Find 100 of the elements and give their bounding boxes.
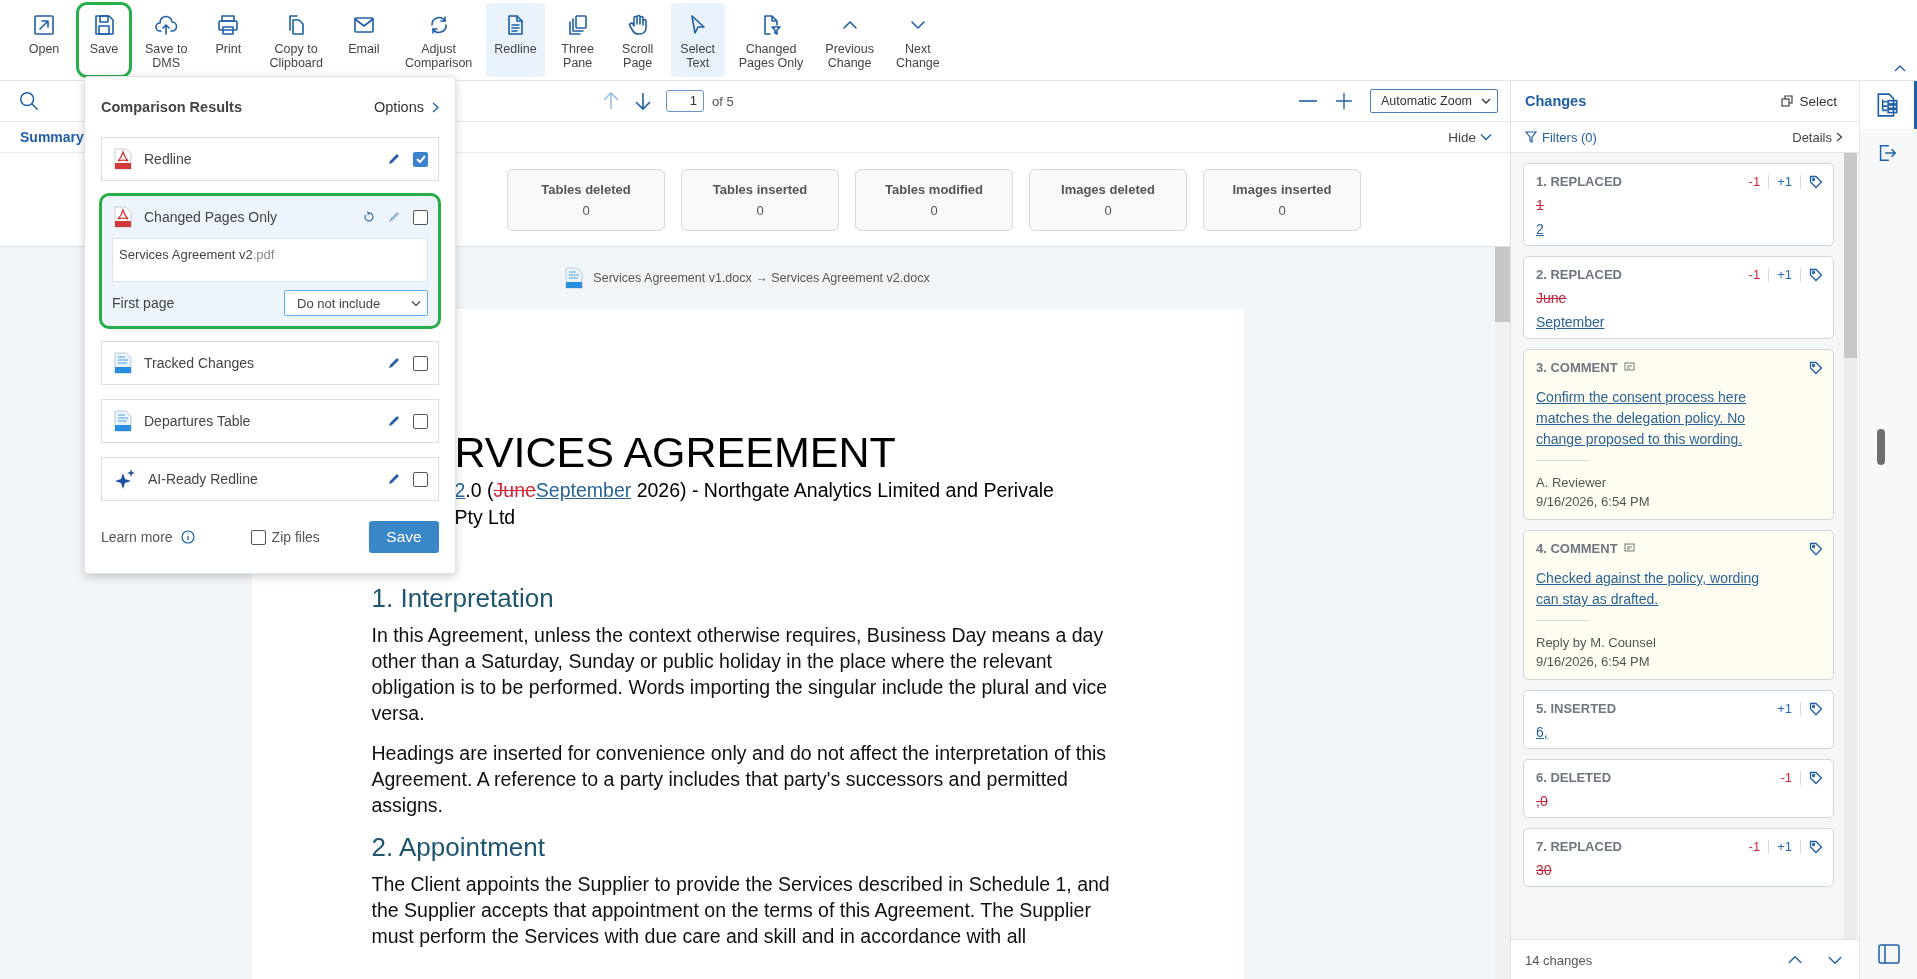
filters-button[interactable]: Filters (0) <box>1525 129 1597 145</box>
inserted-text[interactable]: 2 <box>1536 221 1544 237</box>
card-label: Images deleted <box>1061 182 1155 197</box>
summary-tab[interactable]: Summary <box>20 129 84 145</box>
comment-text[interactable]: Checked against the policy, wording can stay as drafted. <box>1536 568 1776 610</box>
pencil-icon[interactable] <box>387 414 401 428</box>
checkbox[interactable] <box>413 355 428 371</box>
pencil-icon[interactable] <box>387 472 401 486</box>
section-heading: 2. Appointment <box>371 832 546 863</box>
collapse-icon[interactable] <box>1893 64 1907 74</box>
docx-file-icon <box>114 410 132 432</box>
tag-icon[interactable] <box>1809 839 1823 854</box>
zoom-select[interactable]: Automatic Zoom <box>1370 89 1498 113</box>
arrow-down-icon[interactable] <box>634 91 652 111</box>
changes-view-button[interactable] <box>1860 81 1917 129</box>
deleted-text: June <box>1536 290 1567 306</box>
added-count: +1 <box>1769 267 1801 282</box>
tag-icon[interactable] <box>1809 541 1823 556</box>
select-button[interactable]: Select <box>1775 92 1843 110</box>
zoom-out-icon[interactable] <box>1298 99 1318 103</box>
scrollbar-thumb[interactable] <box>1495 247 1510 322</box>
toolbar-button[interactable]: Print <box>201 3 256 77</box>
inserted-text[interactable]: 6, <box>1536 724 1548 740</box>
tag-icon[interactable] <box>1809 770 1823 785</box>
result-option[interactable]: Redline <box>101 137 439 181</box>
sparkle-icon <box>114 468 136 490</box>
chevron-down-icon <box>411 299 421 307</box>
open-icon <box>32 13 56 37</box>
inserted-text[interactable]: September <box>1536 314 1605 330</box>
result-option[interactable]: AI-Ready Redline <box>101 457 439 501</box>
removed-count: -1 <box>1740 839 1770 854</box>
card-value: 0 <box>1278 203 1286 218</box>
document-title: RVICES AGREEMENT <box>454 427 897 477</box>
result-option[interactable]: Departures Table <box>101 399 439 443</box>
result-option[interactable]: Tracked Changes <box>101 341 439 385</box>
option-label: Departures Table <box>144 413 252 429</box>
scrollbar-thumb[interactable] <box>1876 429 1885 465</box>
toolbar-button[interactable]: Copy to Clipboard <box>261 3 331 77</box>
toolbar-button[interactable]: Redline <box>486 3 545 77</box>
first-page-select[interactable]: Do not include <box>284 290 428 316</box>
card-label: Tables deleted <box>541 182 631 197</box>
card-value: 0 <box>930 203 938 218</box>
print-icon <box>216 13 241 37</box>
save-icon <box>92 13 116 37</box>
scrollbar-thumb[interactable] <box>1844 153 1857 358</box>
card-label: Tables inserted <box>712 182 808 197</box>
toolbar-button[interactable]: Changed Pages Only <box>730 3 812 77</box>
tag-icon[interactable] <box>1809 174 1823 189</box>
learn-more-link[interactable]: Learn more <box>101 529 195 545</box>
comment-date: 9/16/2026, 6:54 PM <box>1536 653 1651 671</box>
comment-card[interactable]: 4. COMMENT Checked against the policy, wording can stay as drafted. Reply by M. Counsel 9/16/2026, 6:54 PM <box>1523 530 1834 680</box>
removed-count: -1 <box>1740 174 1770 189</box>
change-title: 7. REPLACED <box>1536 839 1622 854</box>
change-card[interactable]: 1. REPLACED -1 +1 1 2 <box>1523 163 1834 246</box>
toolbar-button[interactable]: Save <box>77 3 131 77</box>
reset-icon[interactable] <box>363 211 375 223</box>
checkbox[interactable] <box>413 209 428 225</box>
change-card[interactable]: 2. REPLACED -1 +1 June September <box>1523 256 1834 339</box>
change-title: 1. REPLACED <box>1536 174 1622 189</box>
page-number-field[interactable]: 1 <box>666 90 704 112</box>
select-icon <box>1781 95 1794 107</box>
toolbar-button[interactable]: Adjust Comparison <box>396 3 481 77</box>
toolbar-button[interactable]: Save to DMS <box>137 3 196 77</box>
pencil-icon[interactable] <box>387 356 401 370</box>
pencil-icon[interactable] <box>387 152 401 166</box>
checkbox[interactable] <box>413 151 428 167</box>
paragraph: The Client appoints the Supplier to provide the Services described in Schedule 1, and the Supplier accepts that appointment on the terms of this Agreement. The Supplier must perform the Services with due care and skill and in accordance with all <box>371 872 1111 949</box>
result-option[interactable]: Changed Pages Only Services Agreement v2.pdf First page Do not include <box>101 195 439 327</box>
checkbox[interactable] <box>413 471 428 487</box>
tag-icon[interactable] <box>1809 360 1823 375</box>
toolbar-button[interactable]: Open <box>17 3 71 77</box>
change-card[interactable]: 5. INSERTED +1 6, <box>1523 690 1834 749</box>
toolbar-button[interactable]: Next Change <box>887 3 948 77</box>
tag-icon[interactable] <box>1809 701 1823 716</box>
change-card[interactable]: 6. DELETED -1 ,0 <box>1523 759 1834 818</box>
hide-button[interactable]: Hide <box>1442 128 1498 146</box>
file-name-field[interactable]: Services Agreement v2.pdf <box>112 238 428 282</box>
subtitle-line: 2.0 (JuneSeptember 2026) - Northgate Analytics Limited and Perivale <box>454 478 1055 503</box>
toolbar-button[interactable]: Scroll Page <box>610 3 665 77</box>
chevron-right-icon <box>1836 132 1843 142</box>
comment-author: A. Reviewer <box>1536 474 1608 492</box>
change-title: 4. COMMENT <box>1536 541 1635 556</box>
options-link[interactable]: Options <box>374 99 439 115</box>
comment-card[interactable]: 3. COMMENT Confirm the consent process here matches the delegation policy. No change proposed to this wording. A. Reviewer 9/16/2026, 6:54 PM <box>1523 349 1834 520</box>
tag-icon[interactable] <box>1809 267 1823 282</box>
checkbox[interactable] <box>413 413 428 429</box>
toolbar-button[interactable]: Previous Change <box>817 3 882 77</box>
toolbar-button[interactable]: Email <box>336 3 391 77</box>
save-button[interactable]: Save <box>369 521 439 553</box>
deleted-text: ,0 <box>1536 793 1548 809</box>
added-count: +1 <box>1769 839 1801 854</box>
comment-text[interactable]: Confirm the consent process here matches the delegation policy. No change proposed to this wording. <box>1536 387 1776 450</box>
checkbox[interactable] <box>250 529 266 545</box>
zip-files-label: Zip files <box>271 529 320 545</box>
details-button[interactable]: Details <box>1786 128 1849 146</box>
toolbar-button[interactable]: Three Pane <box>550 3 605 77</box>
change-card[interactable]: 7. REPLACED -1 +1 30 <box>1523 828 1834 887</box>
card-value: 0 <box>1104 203 1112 218</box>
toolbar-button[interactable]: Select Text <box>670 3 725 77</box>
paragraph: Headings are inserted for convenience only and do not affect the interpretation of this Agreement. A reference to a party includes that party's successors and permitted assigns. <box>371 741 1108 818</box>
